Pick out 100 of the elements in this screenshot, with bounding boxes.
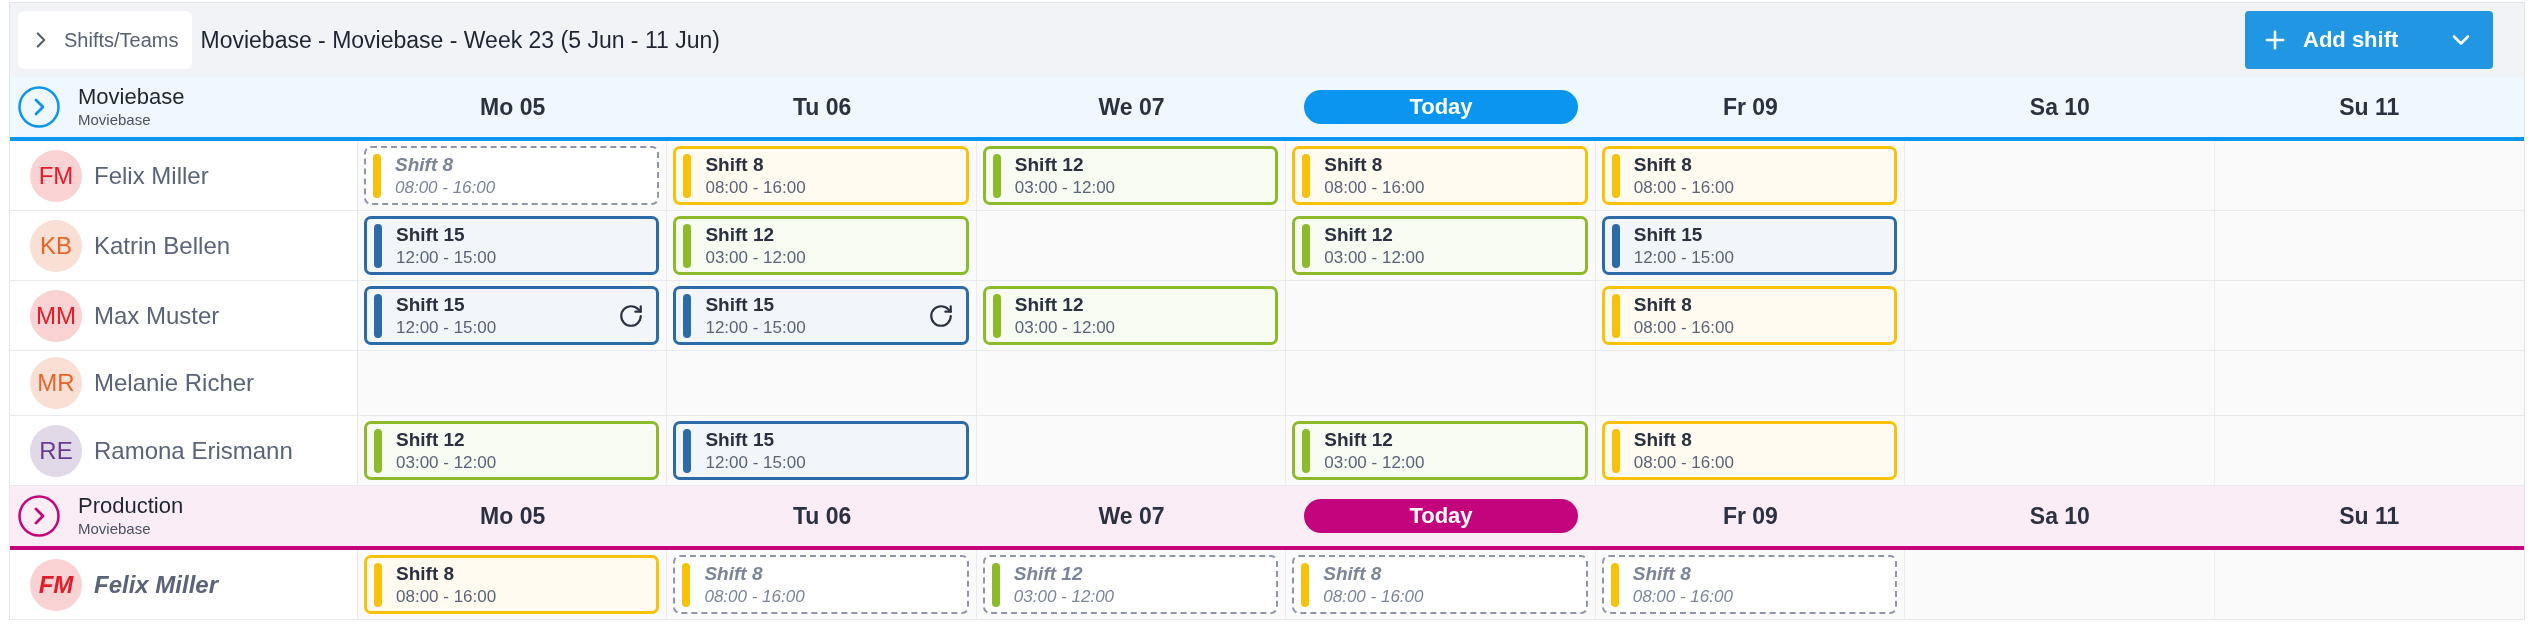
shift-card[interactable]: Shift 8 08:00 - 16:00 (364, 555, 660, 614)
back-button[interactable]: Shifts/Teams (18, 11, 193, 69)
day-header: Mo 05 (480, 502, 546, 530)
shift-time: 08:00 - 16:00 (1633, 177, 1734, 198)
shift-title: Shift 15 (705, 428, 776, 451)
day-header: Sa 10 (2029, 93, 2090, 121)
day-header: Mo 05 (480, 93, 546, 121)
member-name: Katrin Bellen (94, 231, 231, 260)
shift-card[interactable]: Shift 15 12:00 - 15:00 (673, 286, 969, 345)
member-avatar: RE (30, 424, 82, 477)
shift-title: Shift 12 (1014, 153, 1085, 176)
shift-card[interactable]: Shift 8 08:00 - 16:00 (1601, 555, 1898, 614)
shift-card[interactable]: Shift 12 03:00 - 12:00 (673, 216, 969, 275)
day-header: Tu 06 (792, 93, 852, 121)
member-name: Melanie Richer (94, 369, 255, 397)
shift-time: 03:00 - 12:00 (396, 452, 497, 473)
shift-title: Shift 8 (704, 562, 764, 585)
shift-card[interactable]: Shift 12 03:00 - 12:00 (1292, 216, 1588, 275)
chevron-circle-icon[interactable] (18, 495, 60, 537)
shift-card[interactable]: Shift 8 08:00 - 16:00 (1601, 421, 1898, 480)
shift-title: Shift 8 (396, 562, 456, 585)
shift-card[interactable]: Shift 8 08:00 - 16:00 (1292, 146, 1588, 205)
member-avatar: FM (30, 558, 82, 611)
day-header: Fr 09 (1722, 502, 1778, 530)
shift-title: Shift 12 (1014, 293, 1085, 316)
member-avatar: MM (30, 289, 82, 342)
member-name: Felix Miller (94, 161, 209, 190)
shift-time: 03:00 - 12:00 (1013, 586, 1115, 607)
member-avatar: MR (30, 357, 82, 409)
member-avatar: KB (30, 219, 82, 272)
day-header: Su 11 (2339, 93, 2400, 121)
day-header: Sa 10 (2029, 502, 2090, 530)
shift-card[interactable]: Shift 12 03:00 - 12:00 (1292, 421, 1588, 480)
shift-time: 08:00 - 16:00 (1323, 586, 1424, 607)
shift-title: Shift 15 (1633, 223, 1704, 246)
team-subtitle: Moviebase (78, 521, 152, 538)
shift-card[interactable]: Shift 8 08:00 - 16:00 (1601, 286, 1898, 345)
day-header: Su 11 (2339, 502, 2400, 530)
shift-card[interactable]: Shift 12 03:00 - 12:00 (982, 286, 1279, 345)
shift-title: Shift 8 (395, 153, 455, 176)
shift-time: 12:00 - 15:00 (1633, 247, 1734, 268)
shift-time: 08:00 - 16:00 (1324, 177, 1425, 198)
shift-card[interactable]: Shift 15 12:00 - 15:00 (364, 286, 660, 345)
shift-title: Shift 8 (1633, 293, 1693, 316)
shift-time: 08:00 - 16:00 (704, 586, 805, 607)
shift-time: 08:00 - 16:00 (1632, 586, 1733, 607)
shift-title: Shift 8 (1323, 562, 1383, 585)
shift-card[interactable]: Shift 15 12:00 - 15:00 (673, 421, 969, 480)
member-name: Ramona Erismann (94, 436, 293, 465)
shift-card[interactable]: Shift 15 12:00 - 15:00 (364, 216, 660, 275)
shift-card[interactable]: Shift 8 08:00 - 16:00 (1292, 555, 1588, 614)
day-header: Fr 09 (1722, 93, 1778, 121)
shift-time: 08:00 - 16:00 (1633, 452, 1734, 473)
shift-time: 03:00 - 12:00 (1014, 317, 1116, 338)
shift-card[interactable]: Shift 12 03:00 - 12:00 (982, 555, 1279, 614)
shift-card[interactable]: Shift 8 08:00 - 16:00 (364, 146, 660, 205)
shift-card[interactable]: Shift 12 03:00 - 12:00 (982, 146, 1279, 205)
member-avatar: FM (30, 149, 82, 202)
shift-title: Shift 12 (396, 428, 466, 451)
shift-time: 12:00 - 15:00 (705, 317, 806, 338)
day-header: We 07 (1098, 502, 1165, 530)
shift-title: Shift 12 (1324, 223, 1394, 246)
shift-card[interactable]: Shift 12 03:00 - 12:00 (364, 421, 660, 480)
shift-card[interactable]: Shift 15 12:00 - 15:00 (1601, 216, 1898, 275)
shift-title: Shift 8 (1632, 562, 1692, 585)
shift-time: 08:00 - 16:00 (396, 586, 497, 607)
page-title: Moviebase - Moviebase - Week 23 (5 Jun - 11 Jun) (200, 26, 720, 54)
shift-time: 12:00 - 15:00 (396, 317, 497, 338)
shift-title: Shift 12 (705, 223, 776, 246)
shift-time: 03:00 - 12:00 (1324, 247, 1425, 268)
shift-title: Shift 8 (1633, 428, 1693, 451)
shift-title: Shift 8 (1324, 153, 1384, 176)
shift-title: Shift 12 (1324, 428, 1394, 451)
today-badge: Today (1304, 499, 1578, 533)
shift-title: Shift 15 (396, 223, 466, 246)
team-name: Production (78, 494, 184, 519)
today-badge: Today (1304, 90, 1578, 124)
shift-card[interactable]: Shift 8 08:00 - 16:00 (673, 555, 969, 614)
shift-card[interactable]: Shift 8 08:00 - 16:00 (1601, 146, 1898, 205)
shift-title: Shift 8 (705, 153, 765, 176)
team-name: Moviebase (78, 85, 185, 110)
day-header: We 07 (1098, 93, 1165, 121)
shift-title: Shift 15 (396, 293, 466, 316)
chevron-circle-icon[interactable] (18, 86, 60, 128)
team-subtitle: Moviebase (78, 112, 152, 129)
shift-time: 12:00 - 15:00 (396, 247, 497, 268)
member-name: Max Muster (94, 301, 220, 330)
shift-time: 03:00 - 12:00 (705, 247, 806, 268)
shift-title: Shift 8 (1633, 153, 1693, 176)
day-header: Tu 06 (792, 502, 852, 530)
shift-title: Shift 15 (705, 293, 776, 316)
shift-title: Shift 12 (1013, 562, 1084, 585)
shift-card[interactable]: Shift 8 08:00 - 16:00 (673, 146, 969, 205)
member-name: Felix Miller (94, 570, 219, 599)
shift-time: 12:00 - 15:00 (705, 452, 806, 473)
shift-time: 03:00 - 12:00 (1324, 452, 1425, 473)
shift-time: 08:00 - 16:00 (705, 177, 806, 198)
shift-time: 08:00 - 16:00 (1633, 317, 1734, 338)
shift-time: 03:00 - 12:00 (1014, 177, 1116, 198)
shift-time: 08:00 - 16:00 (395, 177, 496, 198)
